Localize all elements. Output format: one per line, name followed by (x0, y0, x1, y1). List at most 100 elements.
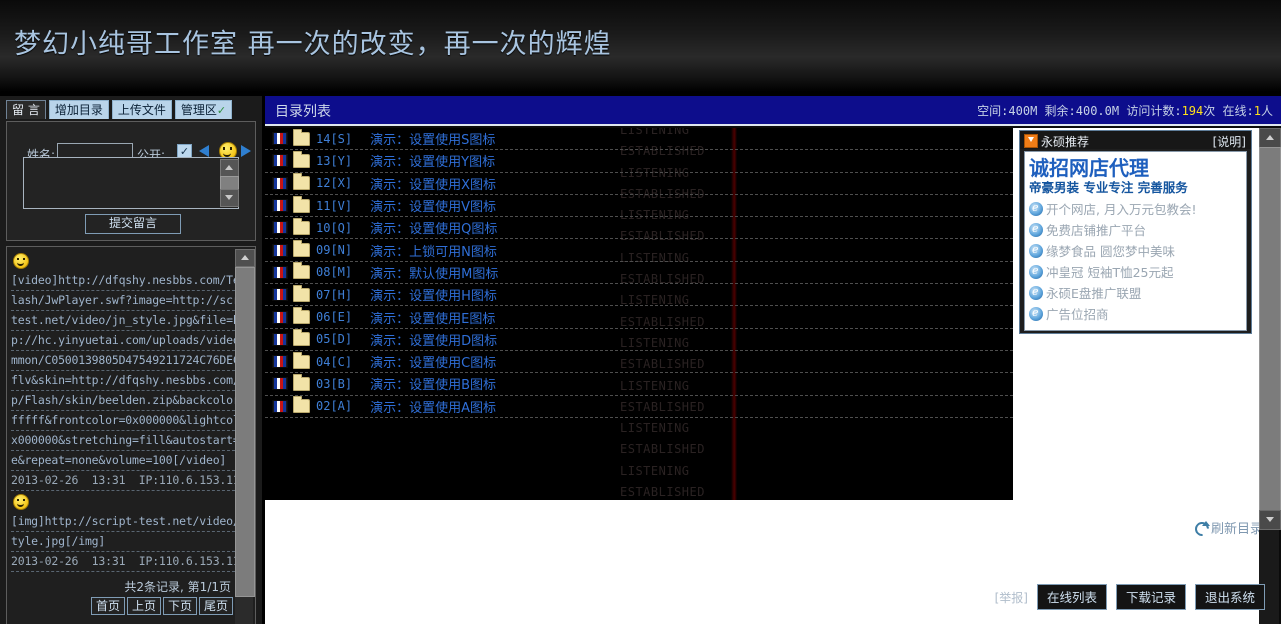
ad-link[interactable]: 缘梦食品 圆您梦中美味 (1025, 240, 1246, 261)
directory-id: 05[D] (316, 332, 353, 347)
directory-name[interactable]: 演示：默认使用M图标 (370, 263, 498, 282)
site-banner: 梦幻小纯哥工作室 再一次的改变，再一次的辉煌 (0, 0, 1281, 93)
watermark-line: LISTENING (620, 421, 690, 436)
pager-last[interactable]: 尾页 (198, 597, 233, 615)
pager-first[interactable]: 首页 (90, 597, 125, 615)
folder-icon (293, 396, 310, 414)
directory-name[interactable]: 演示：设置使用X图标 (370, 174, 496, 193)
report-link[interactable]: [举报] (995, 589, 1028, 606)
flag-icon (272, 154, 288, 168)
download-log-button[interactable]: 下载记录 (1115, 584, 1186, 610)
message-scrollbar[interactable] (220, 159, 239, 207)
directory-name[interactable]: 演示：设置使用Y图标 (370, 151, 495, 170)
directory-row[interactable]: 06[E] 演示：设置使用E图标 (265, 306, 1013, 329)
ad-link[interactable]: 冲皇冠 短袖T恤25元起 (1025, 261, 1246, 282)
submit-message-button[interactable]: 提交留言 (85, 214, 181, 234)
refresh-label: 刷新目录 (1210, 522, 1263, 537)
message-log-scrollbar[interactable] (235, 249, 255, 624)
directory-row[interactable]: 11[V] 演示：设置使用V图标 (265, 195, 1013, 218)
post-line: [video]http://dfqshy.nesbbs.com/Temp/F (11, 271, 235, 291)
scroll-down-icon[interactable] (220, 189, 239, 207)
tab-label: 上传文件 (117, 103, 166, 117)
folder-icon (293, 150, 310, 168)
directory-row[interactable]: 12[X] 演示：设置使用X图标 (265, 173, 1013, 195)
online-count: 1 (1253, 104, 1261, 118)
scroll-up-icon[interactable] (1259, 128, 1281, 148)
pager-prev[interactable]: 上页 (126, 597, 161, 615)
post-smiley-icon (13, 494, 29, 510)
directory-name[interactable]: 演示：上锁可用N图标 (370, 241, 497, 260)
ad-banner[interactable]: 诚招网店代理 帝豪男装 专业专注 完善服务 (1025, 152, 1204, 198)
directory-name[interactable]: 演示：设置使用C图标 (370, 352, 496, 371)
directory-row[interactable]: 08[M] 演示：默认使用M图标 (265, 262, 1013, 285)
ad-link[interactable]: 免费店铺推广平台 (1025, 219, 1246, 240)
sidebar-tab-1[interactable]: 增加目录 (48, 100, 109, 119)
sidebar-tab-2[interactable]: 上传文件 (111, 100, 172, 119)
scroll-up-icon[interactable] (235, 249, 255, 267)
directory-id: 02[A] (316, 399, 353, 414)
collapse-icon[interactable] (1024, 134, 1038, 148)
folder-icon (293, 173, 310, 191)
directory-rows: 14[S] 演示：设置使用S图标 13[Y] 演示：设置使用Y图标 12[X] 演示：设置… (265, 128, 1013, 418)
post-line: tyle.jpg[/img] (11, 532, 235, 552)
main-scrollbar[interactable] (1259, 128, 1281, 624)
post-meta: 2013-02-26 13:31 IP:110.6.153.111 (11, 471, 235, 491)
directory-row[interactable]: 13[Y] 演示：设置使用Y图标 (265, 150, 1013, 173)
ad-link[interactable]: 开个网店, 月入万元包教会! (1025, 198, 1246, 219)
directory-row[interactable]: 05[D] 演示：设置使用D图标 (265, 329, 1013, 351)
directory-id: 13[Y] (316, 153, 353, 168)
flag-icon (272, 221, 288, 235)
ad-link[interactable]: 永硕E盘推广联盟 (1025, 282, 1246, 303)
folder-icon (293, 351, 310, 369)
ad-link-label: 开个网店, 月入万元包教会! (1046, 202, 1197, 217)
message-textarea[interactable] (23, 157, 239, 209)
sidebar-tab-3[interactable]: 管理区✓ (174, 100, 233, 119)
tab-label: 留 言 (12, 103, 40, 117)
ad-link-list: 开个网店, 月入万元包教会! 免费店铺推广平台缘梦食品 圆您梦中美味冲皇冠 短袖T… (1025, 198, 1246, 324)
directory-row[interactable]: 03[B] 演示：设置使用B图标 (265, 373, 1013, 396)
directory-name[interactable]: 演示：设置使用A图标 (370, 397, 496, 416)
next-emoticon-arrow-icon[interactable] (241, 145, 251, 157)
folder-icon (293, 217, 310, 235)
ad-link-label: 免费店铺推广平台 (1046, 223, 1147, 238)
directory-name[interactable]: 演示：设置使用B图标 (370, 374, 496, 393)
free-label: 剩余:400.0M (1044, 104, 1120, 118)
prev-emoticon-arrow-icon[interactable] (199, 145, 209, 157)
directory-row[interactable]: 14[S] 演示：设置使用S图标 (265, 128, 1013, 151)
directory-listing: LISTENING ESTABLISHED LISTENING ESTABLISHED… (265, 128, 1013, 500)
flag-icon (272, 176, 288, 190)
ad-link-label: 永硕E盘推广联盟 (1046, 286, 1142, 301)
scroll-thumb[interactable] (235, 267, 255, 597)
watermark-line: ESTABLISHED (620, 485, 705, 500)
message-log-content: [video]http://dfqshy.nesbbs.com/Temp/Fla… (11, 250, 235, 624)
directory-name[interactable]: 演示：设置使用V图标 (370, 196, 496, 215)
space-label: 空间:400M (977, 104, 1038, 118)
scroll-thumb[interactable] (1259, 147, 1281, 511)
directory-row[interactable]: 09[N] 演示：上锁可用N图标 (265, 239, 1013, 262)
online-list-button[interactable]: 在线列表 (1036, 584, 1107, 610)
post-line: test.net/video/jn_style.jpg&file=htt (11, 311, 235, 331)
scroll-down-icon[interactable] (1259, 510, 1281, 530)
folder-icon (293, 284, 310, 302)
site-title: 梦幻小纯哥工作室 再一次的改变，再一次的辉煌 (14, 29, 612, 60)
scroll-up-icon[interactable] (220, 159, 239, 177)
directory-row[interactable]: 07[H] 演示：设置使用H图标 (265, 284, 1013, 307)
refresh-directory-link[interactable]: 刷新目录 (1194, 518, 1263, 537)
watermark-line: ESTABLISHED (620, 442, 705, 457)
directory-row[interactable]: 04[C] 演示：设置使用C图标 (265, 351, 1013, 374)
directory-name[interactable]: 演示：设置使用D图标 (370, 330, 497, 349)
watermark-line: LISTENING (620, 463, 690, 478)
ad-help-link[interactable]: [说明] (1213, 133, 1246, 150)
directory-name[interactable]: 演示：设置使用E图标 (370, 308, 495, 327)
ad-link[interactable]: 广告位招商 (1025, 303, 1246, 324)
sidebar-tab-0[interactable]: 留 言 (6, 100, 46, 119)
directory-name[interactable]: 演示：设置使用S图标 (370, 129, 495, 148)
directory-row[interactable]: 02[A] 演示：设置使用A图标 (265, 396, 1013, 418)
pager-next[interactable]: 下页 (162, 597, 197, 615)
logout-button[interactable]: 退出系统 (1194, 584, 1265, 610)
directory-row[interactable]: 10[Q] 演示：设置使用Q图标 (265, 217, 1013, 240)
refresh-icon (1194, 520, 1210, 535)
directory-name[interactable]: 演示：设置使用Q图标 (370, 218, 497, 237)
directory-name[interactable]: 演示：设置使用H图标 (370, 285, 497, 304)
folder-icon (293, 240, 310, 258)
